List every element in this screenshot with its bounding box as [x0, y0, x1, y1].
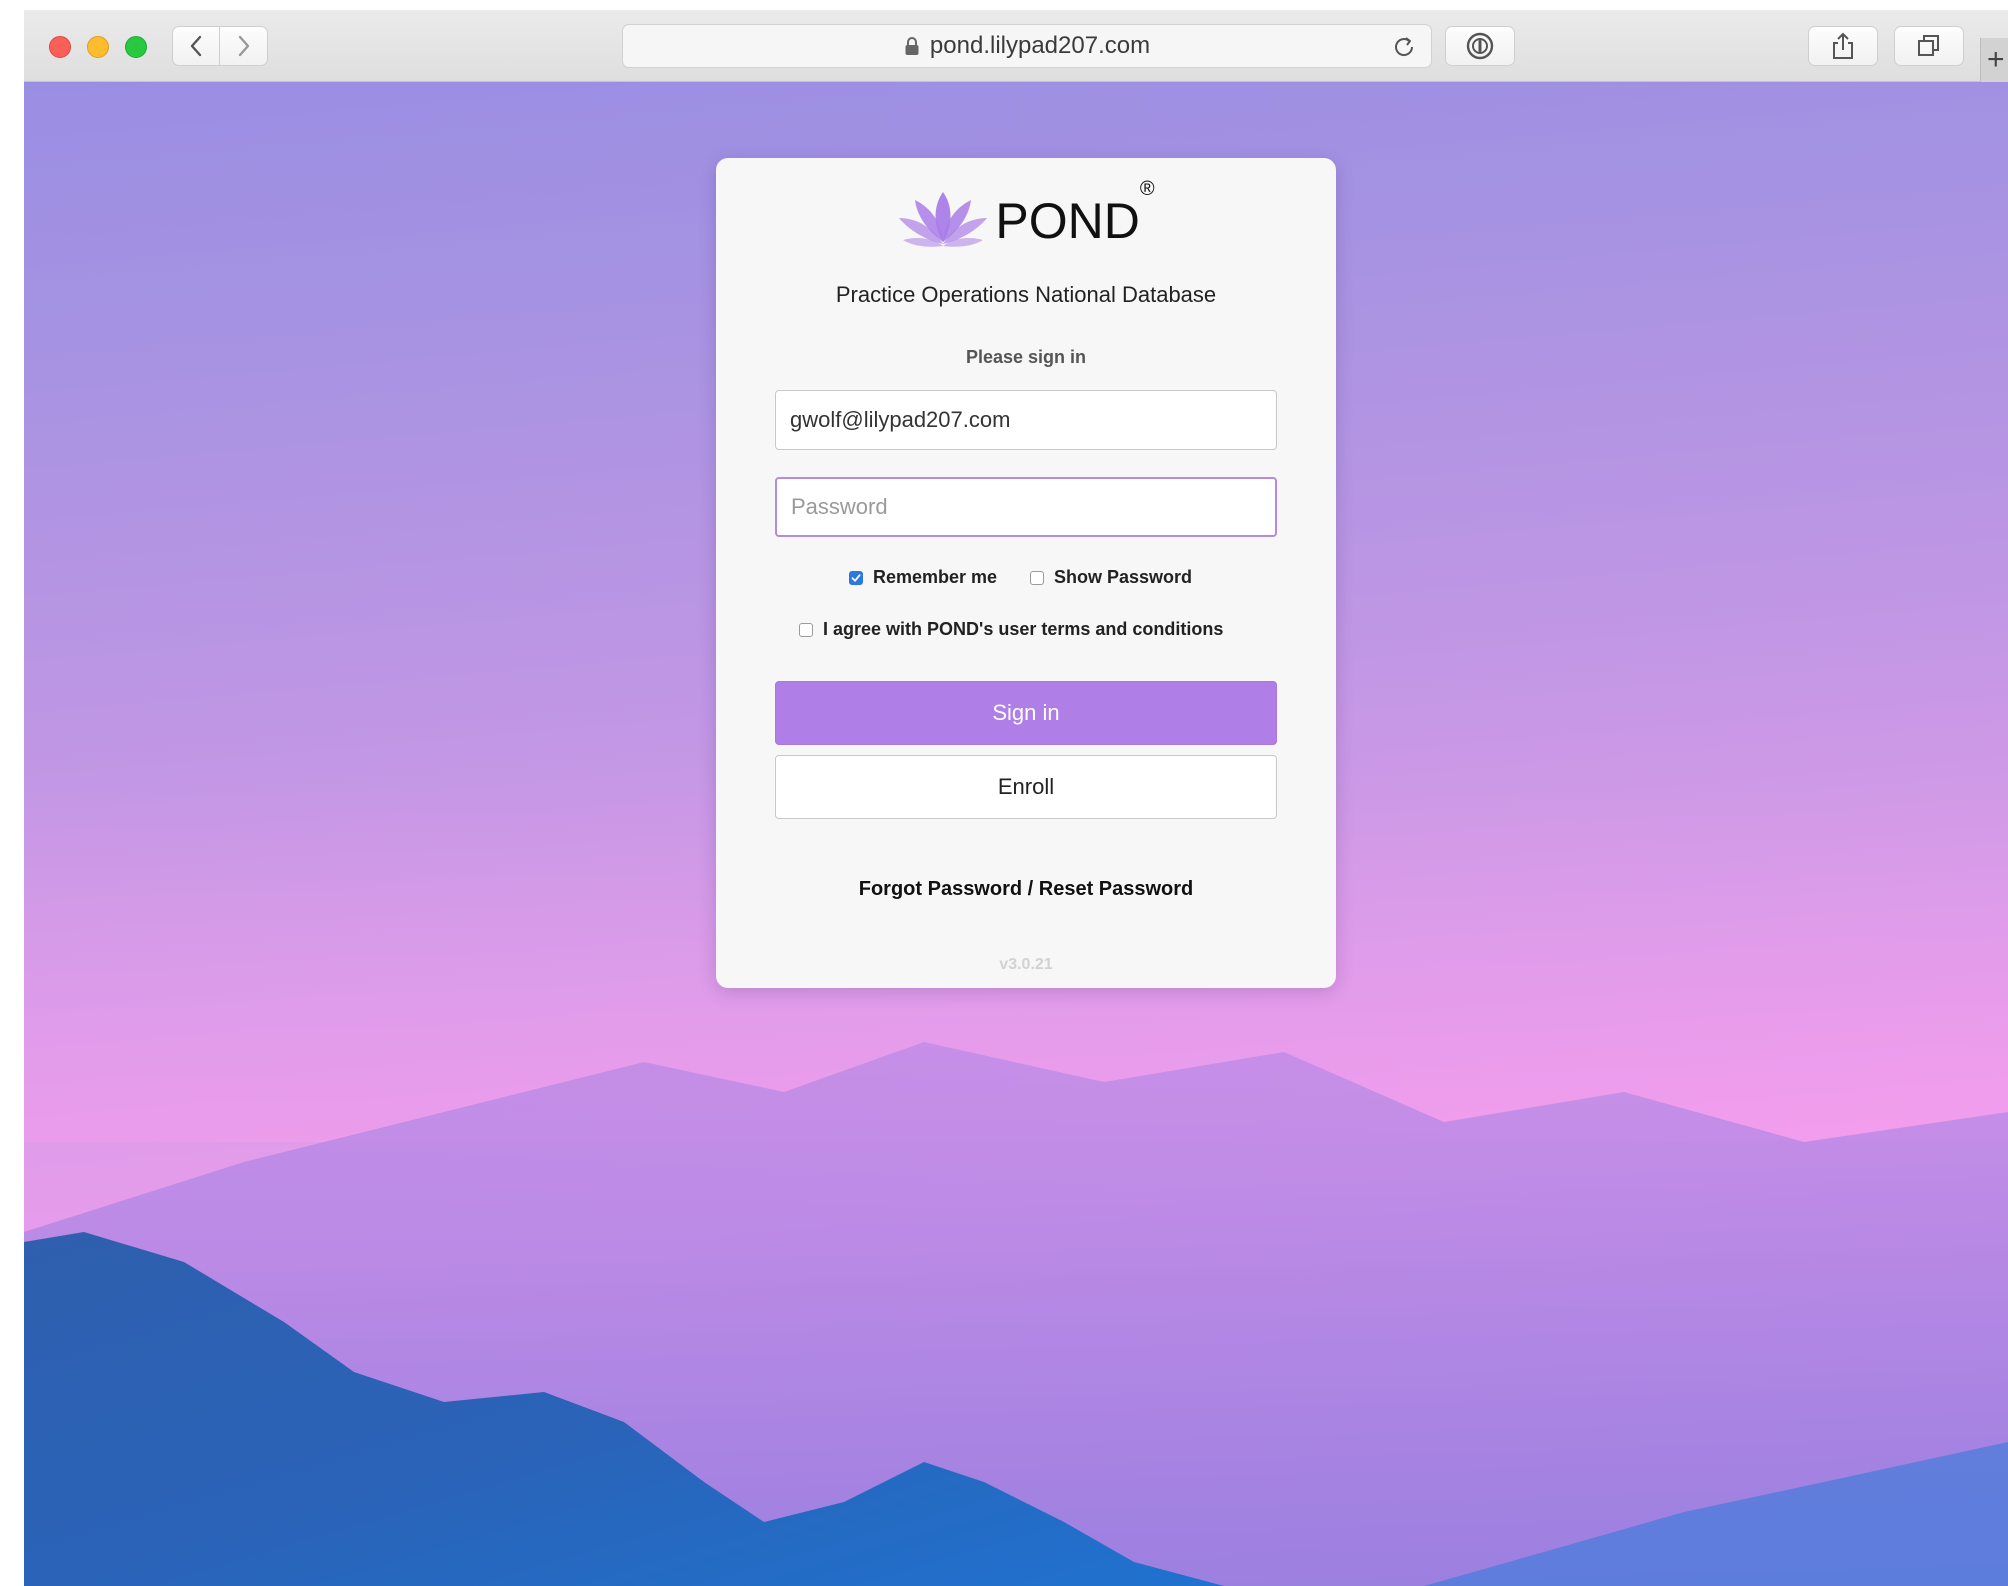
logo-wordmark: POND®	[995, 178, 1155, 249]
remember-me-checkbox[interactable]	[849, 570, 863, 585]
chevron-right-icon	[238, 35, 249, 57]
login-card: POND® Practice Operations National Datab…	[716, 158, 1336, 988]
show-password-label: Show Password	[1054, 567, 1193, 587]
window-maximize-button[interactable]	[125, 36, 147, 58]
show-password-option[interactable]: Show Password	[1030, 567, 1192, 588]
tabs-overview-icon	[1918, 35, 1939, 56]
back-button[interactable]	[172, 26, 220, 66]
reload-icon[interactable]	[1391, 34, 1417, 65]
sign-in-heading: Please sign in	[965, 347, 1087, 367]
address-url: pond.lilypad207.com	[929, 32, 1151, 59]
show-password-checkbox[interactable]	[1030, 570, 1044, 585]
checkmark-icon	[851, 573, 861, 582]
share-icon	[1833, 32, 1853, 59]
browser-toolbar: pond.lilypad207.com +	[24, 10, 2008, 82]
address-bar[interactable]: pond.lilypad207.com	[622, 24, 1432, 68]
password-manager-icon	[1466, 32, 1494, 60]
remember-me-label: Remember me	[873, 567, 998, 587]
window-close-button[interactable]	[49, 36, 71, 58]
new-tab-label: +	[1987, 43, 2005, 76]
forward-button[interactable]	[220, 26, 268, 66]
terms-agreement-option[interactable]: I agree with POND's user terms and condi…	[799, 619, 1223, 640]
version-label: v3.0.21	[999, 956, 1053, 973]
enroll-button[interactable]: Enroll	[775, 755, 1277, 819]
share-button[interactable]	[1808, 26, 1878, 66]
forgot-password-link[interactable]: Forgot Password / Reset Password	[716, 878, 1336, 901]
remember-me-option[interactable]: Remember me	[849, 567, 997, 588]
password-manager-button[interactable]	[1445, 26, 1515, 66]
email-field[interactable]	[775, 390, 1277, 450]
lock-icon	[904, 36, 920, 56]
lotus-icon	[899, 192, 988, 247]
app-subtitle: Practice Operations National Database	[835, 282, 1217, 307]
terms-checkbox[interactable]	[799, 622, 813, 637]
pond-logo: POND®	[716, 178, 1336, 254]
page-background: POND® Practice Operations National Datab…	[24, 82, 2008, 1586]
chevron-left-icon	[190, 35, 202, 57]
window-minimize-button[interactable]	[87, 36, 109, 58]
terms-label: I agree with POND's user terms and condi…	[823, 619, 1224, 639]
tabs-overview-button[interactable]	[1894, 26, 1964, 66]
password-field[interactable]	[775, 477, 1277, 537]
new-tab-button[interactable]: +	[1980, 38, 2008, 82]
sign-in-button[interactable]: Sign in	[775, 681, 1277, 745]
registered-mark: ®	[1139, 178, 1155, 200]
browser-window: pond.lilypad207.com + POND® Practice Ope…	[24, 10, 2008, 1586]
